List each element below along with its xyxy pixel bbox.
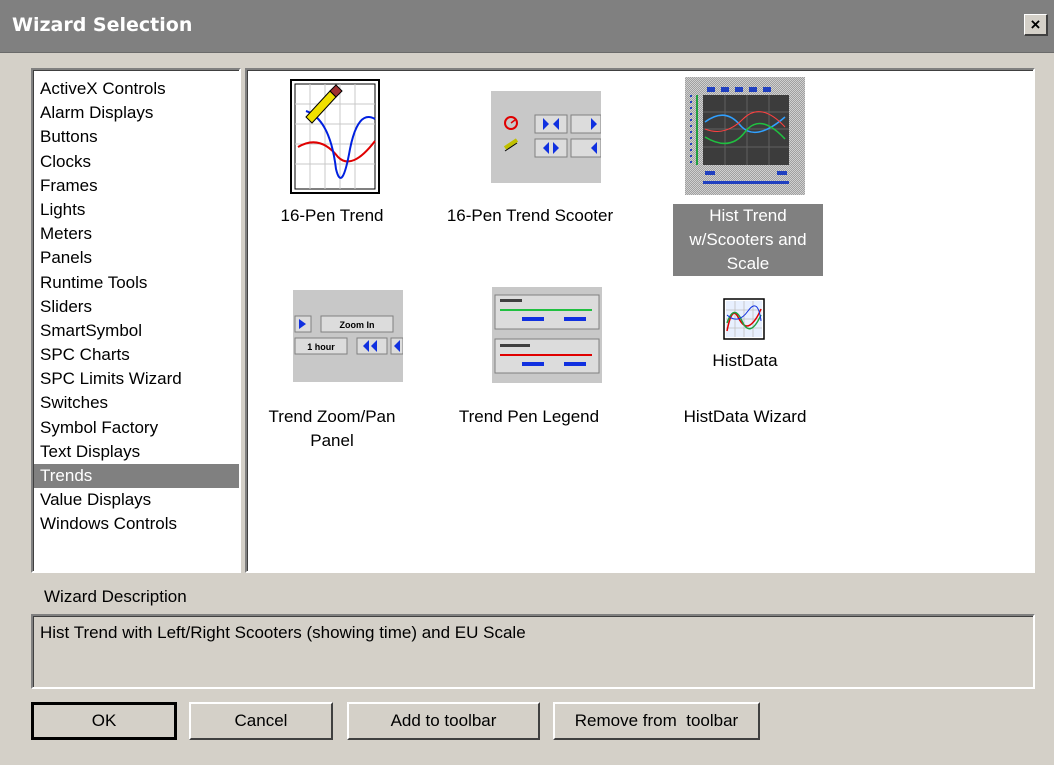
hour-thumb-text: 1 hour [307, 342, 335, 352]
zoom-in-thumb-text: Zoom In [340, 320, 375, 330]
histdata-thumb-caption: HistData [712, 351, 778, 370]
category-item-sliders[interactable]: Sliders [34, 295, 239, 319]
category-item-symbol-factory[interactable]: Symbol Factory [34, 416, 239, 440]
category-item-runtime-tools[interactable]: Runtime Tools [34, 271, 239, 295]
description-caption: Wizard Description [44, 587, 187, 606]
category-item-panels[interactable]: Panels [34, 246, 239, 270]
category-list[interactable]: ActiveX Controls Alarm Displays Buttons … [31, 68, 241, 573]
cancel-button[interactable]: Cancel [189, 702, 333, 740]
category-item-meters[interactable]: Meters [34, 222, 239, 246]
histdata-icon: HistData [698, 295, 792, 375]
category-item-alarm-displays[interactable]: Alarm Displays [34, 101, 239, 125]
category-item-lights[interactable]: Lights [34, 198, 239, 222]
category-item-spc-charts[interactable]: SPC Charts [34, 343, 239, 367]
category-item-value-displays[interactable]: Value Displays [34, 488, 239, 512]
description-box: Hist Trend with Left/Right Scooters (sho… [31, 614, 1035, 689]
hist-trend-scale-icon [685, 77, 805, 195]
zoom-pan-panel-icon: Zoom In 1 hour [293, 290, 404, 382]
category-item-smartsymbol[interactable]: SmartSymbol [34, 319, 239, 343]
wizard-label: HistData Wizard [683, 407, 807, 426]
close-button[interactable]: × [1024, 14, 1048, 36]
pen-legend-icon [492, 287, 602, 383]
category-item-spc-limits-wizard[interactable]: SPC Limits Wizard [34, 367, 239, 391]
wizard-label: Trend Zoom/Pan Panel [268, 407, 396, 450]
pen-trend-scooter-icon [491, 91, 602, 183]
category-item-windows-controls[interactable]: Windows Controls [34, 512, 239, 536]
category-item-frames[interactable]: Frames [34, 174, 239, 198]
window-title: Wizard Selection [12, 14, 193, 36]
pen-trend-icon [290, 79, 380, 194]
wizard-label: Hist Trend w/Scooters and Scale [673, 204, 823, 276]
category-item-trends[interactable]: Trends [34, 464, 239, 489]
title-bar: Wizard Selection × [0, 0, 1054, 53]
wizard-label: Trend Pen Legend [458, 407, 600, 426]
category-item-text-displays[interactable]: Text Displays [34, 440, 239, 464]
category-item-clocks[interactable]: Clocks [34, 150, 239, 174]
close-icon: × [1030, 15, 1041, 34]
description-text: Hist Trend with Left/Right Scooters (sho… [40, 623, 526, 642]
ok-button[interactable]: OK [31, 702, 177, 740]
wizard-label: 16-Pen Trend [280, 206, 384, 225]
category-item-buttons[interactable]: Buttons [34, 125, 239, 149]
add-to-toolbar-button[interactable]: Add to toolbar [347, 702, 540, 740]
wizard-grid: 16-Pen Trend 16-Pen Trend Scooter Hist T… [245, 68, 1035, 573]
remove-from-toolbar-button[interactable]: Remove from toolbar [553, 702, 760, 740]
category-item-activex-controls[interactable]: ActiveX Controls [34, 77, 239, 101]
wizard-label: 16-Pen Trend Scooter [446, 206, 614, 225]
category-item-switches[interactable]: Switches [34, 391, 239, 415]
